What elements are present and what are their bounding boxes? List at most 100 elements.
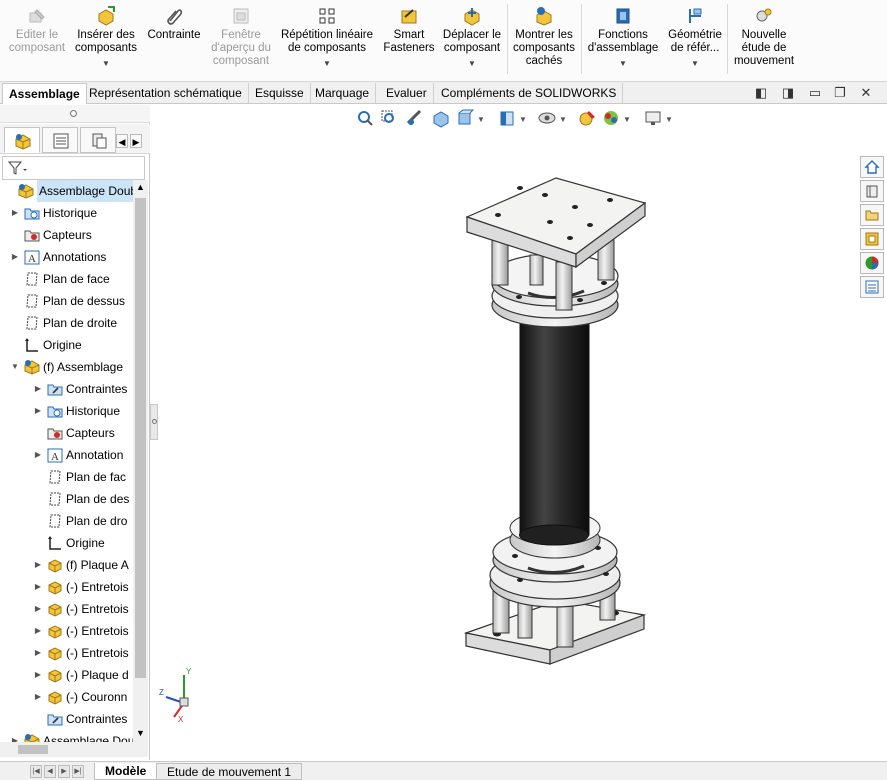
tree-node-label: (-) Plaque d — [66, 668, 129, 682]
tree-node-label: (-) Entretois — [66, 580, 129, 594]
first-tab-arrow[interactable]: |◀ — [30, 765, 42, 778]
hide-show-dropdown-icon[interactable]: ▼ — [559, 115, 567, 124]
view-settings-icon[interactable] — [643, 108, 663, 128]
edit-component-button[interactable]: Editer le composant — [4, 4, 70, 55]
tab-representation-schematique[interactable]: Représentation schématique — [83, 83, 249, 104]
apply-scene-dropdown-icon[interactable]: ▼ — [623, 115, 631, 124]
linear-pattern-dropdown-icon[interactable]: ▼ — [278, 57, 376, 70]
tab-complements-solidworks[interactable]: Compléments de SOLIDWORKS — [435, 83, 624, 104]
section-view-icon[interactable] — [431, 108, 451, 128]
tile-vertical-icon[interactable]: ◨ — [780, 86, 796, 100]
graphics-area[interactable]: Y Z X — [151, 105, 887, 760]
expand-arrow-icon[interactable]: ▶ — [33, 400, 43, 422]
task-pane-custom-properties-tab[interactable] — [860, 276, 884, 298]
assembly-features-dropdown-icon[interactable]: ▼ — [584, 57, 662, 70]
tab-assemblage[interactable]: Assemblage — [2, 83, 87, 104]
property-manager-tab[interactable] — [42, 127, 78, 153]
display-style-dropdown-icon[interactable]: ▼ — [519, 115, 527, 124]
part-icon — [46, 667, 64, 683]
zoom-to-area-icon[interactable] — [379, 108, 399, 128]
view-orientation-dropdown-icon[interactable]: ▼ — [477, 115, 485, 124]
tree-filter-bar[interactable] — [2, 156, 145, 180]
tile-horizontal-icon[interactable]: ◧ — [753, 86, 769, 100]
collapse-arrow-icon[interactable]: ▼ — [10, 356, 20, 378]
tab-etude-de-mouvement[interactable]: Etude de mouvement 1 — [156, 763, 303, 780]
expand-arrow-icon[interactable]: ▶ — [33, 686, 43, 708]
edit-appearance-icon[interactable] — [577, 108, 597, 128]
tab-evaluer[interactable]: Evaluer — [380, 83, 434, 104]
panel-tabs-right-arrow[interactable]: ▶ — [130, 134, 142, 148]
display-style-icon[interactable] — [497, 108, 517, 128]
tree-node-label: Plan de dro — [66, 514, 128, 528]
reference-geometry-button[interactable]: Géométrie de référ... ▼ — [666, 4, 724, 70]
close-icon[interactable]: ✕ — [858, 86, 874, 100]
linear-pattern-icon — [319, 8, 335, 24]
assembly-features-button[interactable]: Fonctions d'assemblage ▼ — [584, 4, 662, 70]
last-tab-arrow[interactable]: ▶| — [72, 765, 84, 778]
configuration-manager-tab[interactable] — [80, 127, 116, 153]
task-pane-home-tab[interactable] — [860, 156, 884, 178]
task-pane-view-palette-tab[interactable] — [860, 228, 884, 250]
plane-icon — [23, 293, 41, 309]
task-pane-design-library-tab[interactable] — [860, 180, 884, 202]
expand-arrow-icon[interactable]: ▶ — [33, 642, 43, 664]
expand-arrow-icon[interactable]: ▶ — [33, 444, 43, 466]
next-tab-arrow[interactable]: ▶ — [58, 765, 70, 778]
linear-component-pattern-button[interactable]: Répétition linéaire de composants ▼ — [278, 4, 376, 70]
tree-node-label: Assemblage Dou — [43, 734, 133, 742]
expand-arrow-icon[interactable]: ▶ — [33, 576, 43, 598]
smart-fasteners-button[interactable]: Smart Fasteners — [381, 4, 437, 55]
restore-icon[interactable]: ❐ — [832, 86, 848, 100]
property-manager-icon — [53, 133, 69, 149]
expand-arrow-icon[interactable]: ▶ — [10, 202, 20, 224]
insert-components-button[interactable]: Insérer des composants ▼ — [74, 4, 138, 70]
minimize-icon[interactable]: ▭ — [807, 86, 823, 100]
assembly-3d-model[interactable] — [151, 105, 887, 760]
expand-arrow-icon[interactable]: ▶ — [33, 664, 43, 686]
task-pane-appearances-tab[interactable] — [860, 252, 884, 274]
scroll-thumb[interactable] — [135, 198, 146, 678]
tab-modele[interactable]: Modèle — [94, 763, 158, 780]
feature-manager-tree-tab[interactable] — [4, 127, 40, 153]
panel-grip[interactable] — [0, 105, 150, 123]
scroll-down-arrow[interactable]: ▼ — [133, 728, 148, 740]
tree-vertical-scrollbar[interactable]: ▲ ▼ — [133, 180, 148, 742]
task-pane-file-explorer-tab[interactable] — [860, 204, 884, 226]
expand-arrow-icon[interactable]: ▶ — [33, 554, 43, 576]
component-preview-window-button[interactable]: Fenêtre d'aperçu du composant — [208, 4, 274, 68]
panel-collapse-handle[interactable] — [150, 404, 158, 440]
expand-arrow-icon[interactable]: ▶ — [33, 378, 43, 400]
panel-tabs-left-arrow[interactable]: ◀ — [116, 134, 128, 148]
tab-marquage[interactable]: Marquage — [309, 83, 377, 104]
previous-view-icon[interactable] — [405, 108, 425, 128]
view-orientation-icon[interactable] — [455, 108, 475, 128]
tree-node-label: Plan de droite — [43, 316, 118, 330]
view-settings-dropdown-icon[interactable]: ▼ — [665, 115, 673, 124]
move-component-dropdown-icon[interactable]: ▼ — [440, 57, 504, 70]
zoom-to-fit-icon[interactable] — [355, 108, 375, 128]
tab-esquisse[interactable]: Esquisse — [249, 83, 311, 104]
mate-button[interactable]: Contrainte — [143, 4, 205, 42]
hscroll-thumb[interactable] — [18, 745, 48, 754]
reference-geometry-dropdown-icon[interactable]: ▼ — [666, 57, 724, 70]
expand-arrow-icon[interactable]: ▶ — [33, 620, 43, 642]
insert-components-dropdown-icon[interactable]: ▼ — [74, 57, 138, 70]
expand-arrow-icon[interactable]: ▶ — [33, 598, 43, 620]
expand-arrow-icon[interactable]: ▶ — [10, 246, 20, 268]
scroll-up-arrow[interactable]: ▲ — [133, 182, 148, 194]
plane-icon — [23, 271, 41, 287]
apply-scene-icon[interactable] — [601, 108, 621, 128]
show-hidden-components-button[interactable]: Montrer les composants cachés — [510, 4, 578, 68]
tree-horizontal-scrollbar[interactable] — [0, 742, 148, 757]
expand-arrow-icon — [33, 466, 43, 488]
previous-tab-arrow[interactable]: ◀ — [44, 765, 56, 778]
new-motion-study-button[interactable]: Nouvelle étude de mouvement — [730, 4, 798, 68]
expand-arrow-icon — [33, 422, 43, 444]
plane-icon — [46, 469, 64, 485]
preview-window-icon — [233, 8, 249, 24]
expand-arrow-icon[interactable]: ▶ — [10, 730, 20, 742]
move-component-button[interactable]: Déplacer le composant ▼ — [440, 4, 504, 70]
tree-node-label: (-) Entretois — [66, 602, 129, 616]
filter-icon[interactable] — [7, 160, 29, 176]
hide-show-items-icon[interactable] — [537, 108, 557, 128]
